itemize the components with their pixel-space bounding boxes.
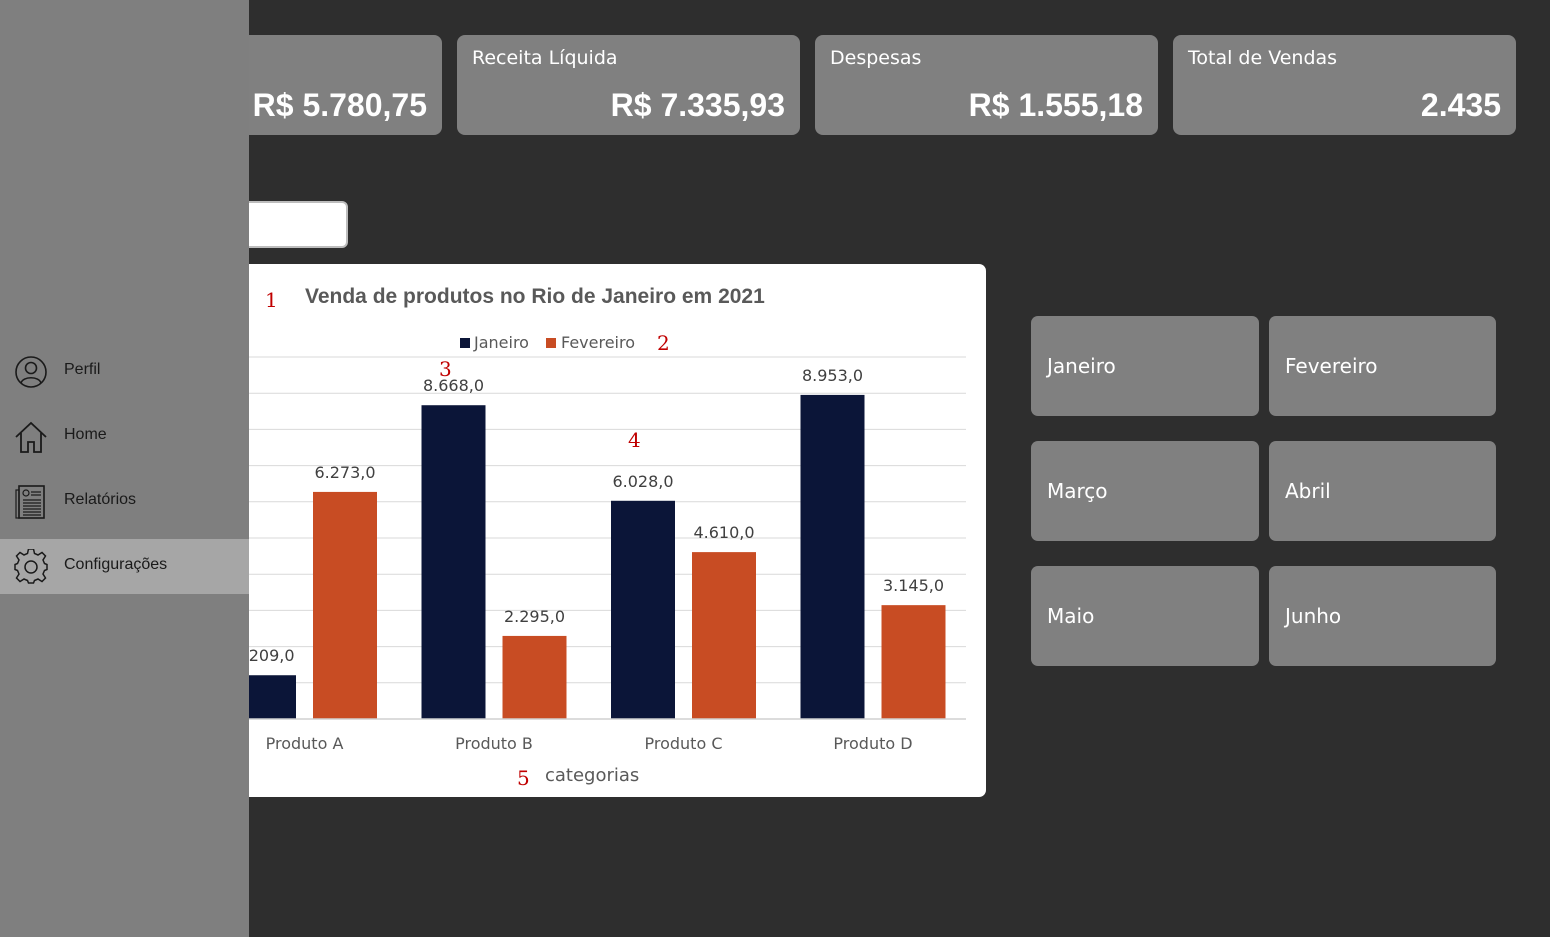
month-label: Maio	[1047, 604, 1095, 628]
month-button-marco[interactable]: Março	[1031, 441, 1259, 541]
month-button-junho[interactable]: Junho	[1269, 566, 1496, 666]
kpi-value: R$ 7.335,93	[610, 87, 785, 123]
user-icon	[15, 356, 47, 388]
kpi-title: Total de Vendas	[1188, 47, 1338, 69]
data-label: 6.273,0	[314, 463, 375, 482]
bar-janeiro-3	[611, 500, 675, 719]
sidebar-item-label: Home	[64, 426, 107, 443]
data-label: 8.668,0	[423, 376, 484, 395]
sales-chart: 1.209,0 6.273,0 Produto A 8.668,0 2.295,0 Pro…	[200, 264, 986, 797]
bar-fevereiro-3	[692, 552, 756, 719]
kpi-card-total-vendas: Total de Vendas 2.435	[1173, 35, 1516, 135]
kpi-value: 2.435	[1420, 87, 1501, 123]
month-button-janeiro[interactable]: Janeiro	[1031, 316, 1259, 416]
sidebar-item-label: Relatórios	[64, 491, 137, 508]
x-axis-title: categorias	[545, 765, 639, 786]
data-label: 3.145,0	[883, 576, 944, 595]
month-button-maio[interactable]: Maio	[1031, 566, 1259, 666]
legend: Janeiro Fevereiro	[460, 333, 635, 352]
sidebar-item-perfil[interactable]: Perfil	[0, 344, 249, 399]
month-button-abril[interactable]: Abril	[1269, 441, 1496, 541]
x-tick-label: Produto C	[645, 734, 723, 753]
bar-janeiro-2	[421, 405, 486, 719]
data-label: 2.295,0	[504, 607, 565, 626]
chart-title: Venda de produtos no Rio de Janeiro em 2…	[305, 285, 765, 308]
kpi-card-receita-liquida: Receita Líquida R$ 7.335,93	[457, 35, 800, 135]
bar-fevereiro-4	[881, 605, 946, 719]
legend-swatch-fevereiro	[546, 338, 556, 348]
data-label: 4.610,0	[693, 523, 754, 542]
legend-swatch-janeiro	[460, 338, 470, 348]
kpi-card-despesas: Despesas R$ 1.555,18	[815, 35, 1158, 135]
bar-fevereiro-1	[313, 491, 377, 719]
bar-janeiro-4	[800, 394, 865, 719]
annotation-5: 5	[517, 766, 530, 790]
chart-svg: 1.209,06.273,0Produto A8.668,02.295,0Pro…	[200, 285, 966, 790]
legend-label-janeiro: Janeiro	[473, 333, 529, 352]
data-label: 6.028,0	[612, 472, 673, 491]
kpi-value: R$ 5.780,75	[252, 87, 427, 123]
annotation-4: 4	[628, 428, 641, 452]
month-label: Março	[1047, 479, 1108, 503]
sidebar-item-label: Configurações	[64, 556, 168, 573]
gear-icon	[14, 549, 48, 584]
sidebar-item-home[interactable]: Home	[0, 409, 249, 464]
sidebar-item-label: Perfil	[64, 361, 101, 378]
month-button-fevereiro[interactable]: Fevereiro	[1269, 316, 1496, 416]
month-label: Fevereiro	[1285, 354, 1378, 378]
month-label: Junho	[1285, 604, 1342, 628]
month-label: Janeiro	[1047, 354, 1116, 378]
annotation-2: 2	[657, 331, 670, 355]
home-icon	[15, 421, 47, 453]
x-tick-label: Produto A	[266, 734, 344, 753]
sidebar-item-relatorios[interactable]: Relatórios	[0, 474, 249, 529]
kpi-value: R$ 1.555,18	[968, 87, 1143, 123]
kpi-title: Despesas	[830, 47, 922, 69]
annotation-3: 3	[439, 357, 452, 381]
sidebar: Perfil Home Relatórios Configurações	[0, 0, 249, 937]
report-icon	[15, 485, 45, 519]
x-tick-label: Produto B	[455, 734, 533, 753]
annotation-1: 1	[265, 288, 278, 312]
kpi-title: Receita Líquida	[472, 47, 618, 69]
month-label: Abril	[1285, 479, 1331, 503]
legend-label-fevereiro: Fevereiro	[561, 333, 635, 352]
sidebar-item-configuracoes[interactable]: Configurações	[0, 539, 249, 594]
x-tick-label: Produto D	[833, 734, 912, 753]
data-label: 8.953,0	[802, 366, 863, 385]
bar-fevereiro-2	[502, 635, 567, 719]
